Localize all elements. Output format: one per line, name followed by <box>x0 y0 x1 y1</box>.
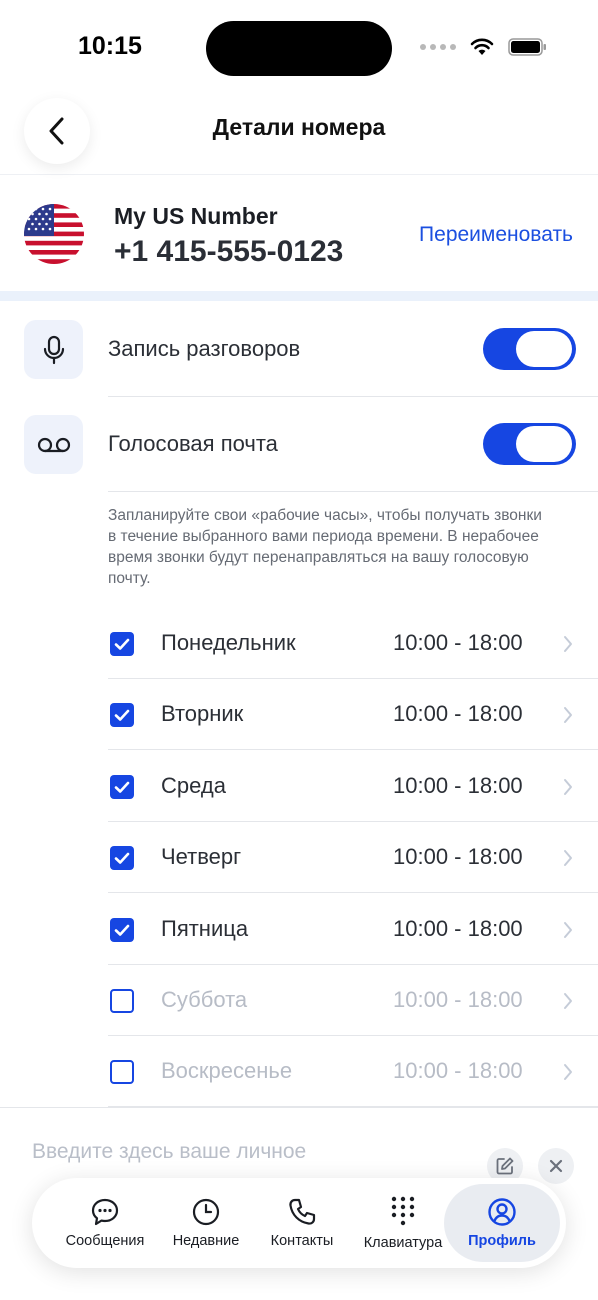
day-name: Среда <box>161 772 226 798</box>
signal-icon <box>420 44 456 50</box>
edit-icon <box>496 1157 514 1175</box>
phone-icon <box>289 1198 316 1225</box>
chevron-right-icon <box>562 991 574 1016</box>
tab-messages[interactable]: Сообщения <box>54 1178 156 1268</box>
day-hours: 10:00 - 18:00 <box>393 844 523 870</box>
day-name: Четверг <box>161 844 242 870</box>
tab-keypad-label: Клавиатура <box>363 1235 443 1251</box>
status-time: 10:15 <box>78 32 142 60</box>
day-name: Понедельник <box>161 630 296 655</box>
check-icon <box>114 781 130 793</box>
check-icon <box>114 710 130 722</box>
day-hours: 10:00 - 18:00 <box>393 1058 523 1084</box>
battery-icon <box>508 38 546 56</box>
day-hours: 10:00 - 18:00 <box>393 630 523 655</box>
clear-button[interactable] <box>538 1148 574 1184</box>
schedule-day-row[interactable]: Пятница 10:00 - 18:00 <box>108 894 598 965</box>
schedule-description: Запланируйте свои «рабочие часы», чтобы … <box>108 507 542 587</box>
tab-profile-label: Профиль <box>468 1233 536 1249</box>
check-icon <box>114 852 130 864</box>
day-name: Воскресенье <box>161 1058 293 1084</box>
chevron-right-icon <box>562 848 574 873</box>
tab-keypad[interactable]: Клавиатура <box>354 1178 452 1268</box>
tab-recent-label: Недавние <box>172 1233 240 1249</box>
schedule-day-row[interactable]: Понедельник 10:00 - 18:00 <box>108 608 598 679</box>
chevron-right-icon <box>562 705 574 730</box>
us-flag-icon <box>24 204 84 264</box>
day-checkbox[interactable] <box>110 989 134 1013</box>
wifi-icon <box>470 38 494 55</box>
tab-recent[interactable]: Недавние <box>160 1178 252 1268</box>
call-recording-row: Запись разговоров <box>0 302 598 397</box>
number-name: My US Number <box>114 203 278 229</box>
clock-icon <box>192 1198 220 1226</box>
chat-bubble-icon <box>91 1198 119 1226</box>
status-bar: 10:15 <box>0 0 598 96</box>
day-name: Суббота <box>161 987 248 1012</box>
tab-profile[interactable]: Профиль <box>444 1184 560 1262</box>
row-divider <box>108 491 598 492</box>
day-checkbox[interactable] <box>110 632 134 656</box>
call-recording-label: Запись разговоров <box>108 336 301 361</box>
voicemail-toggle[interactable] <box>483 423 576 465</box>
schedule-day-row[interactable]: Суббота 10:00 - 18:00 <box>108 965 598 1036</box>
note-input[interactable]: Введите здесь ваше личное <box>32 1140 306 1164</box>
day-name: Пятница <box>161 915 249 941</box>
schedule-day-row[interactable]: Вторник 10:00 - 18:00 <box>108 679 598 751</box>
check-icon <box>114 924 130 936</box>
section-divider <box>0 1107 598 1108</box>
chevron-right-icon <box>562 777 574 802</box>
user-circle-icon <box>488 1198 516 1226</box>
chevron-right-icon <box>562 634 574 659</box>
close-icon <box>549 1159 563 1173</box>
chevron-right-icon <box>562 920 574 945</box>
voicemail-row: Голосовая почта <box>0 397 598 492</box>
schedule-day-row[interactable]: Воскресенье 10:00 - 18:00 <box>108 1036 598 1108</box>
tab-bar: Сообщения Недавние Контакты Клавиатура П… <box>32 1178 566 1268</box>
day-hours: 10:00 - 18:00 <box>393 772 523 798</box>
check-icon <box>114 638 130 650</box>
voicemail-icon <box>24 415 83 474</box>
schedule-day-row[interactable]: Среда 10:00 - 18:00 <box>108 751 598 822</box>
tab-contacts[interactable]: Контакты <box>256 1178 348 1268</box>
day-checkbox[interactable] <box>110 703 134 728</box>
day-checkbox[interactable] <box>110 1060 134 1085</box>
status-icons <box>420 38 548 56</box>
day-checkbox[interactable] <box>110 774 134 799</box>
call-recording-toggle[interactable] <box>483 328 576 370</box>
rename-button[interactable]: Переименовать <box>419 223 573 247</box>
tab-contacts-label: Контакты <box>270 1233 334 1249</box>
day-checkbox[interactable] <box>110 846 134 871</box>
nav-header: Детали номера <box>0 96 598 175</box>
section-divider <box>0 291 598 301</box>
chevron-right-icon <box>562 1062 574 1087</box>
schedule-day-row[interactable]: Четверг 10:00 - 18:00 <box>108 822 598 894</box>
day-checkbox[interactable] <box>110 917 134 942</box>
tab-messages-label: Сообщения <box>65 1233 145 1249</box>
page-title: Детали номера <box>212 114 386 140</box>
phone-number: +1 415-555-0123 <box>114 235 344 268</box>
toggle-knob <box>516 331 572 367</box>
number-card: My US Number +1 415-555-0123 Переименова… <box>0 175 598 291</box>
day-hours: 10:00 - 18:00 <box>393 987 523 1012</box>
keypad-icon <box>391 1196 415 1226</box>
toggle-knob <box>516 426 572 462</box>
dynamic-island <box>206 21 392 76</box>
day-name: Вторник <box>161 701 244 727</box>
microphone-icon <box>24 320 83 379</box>
day-hours: 10:00 - 18:00 <box>393 915 523 941</box>
voicemail-label: Голосовая почта <box>108 431 278 456</box>
day-hours: 10:00 - 18:00 <box>393 701 523 727</box>
